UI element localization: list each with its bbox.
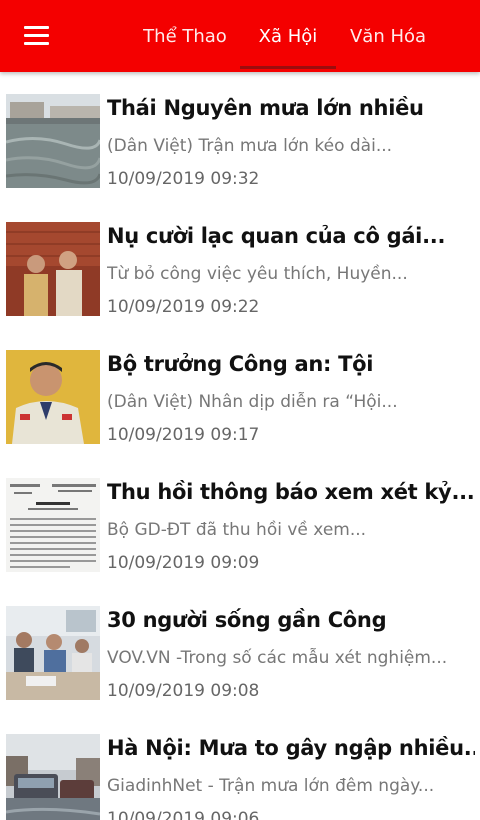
news-item[interactable]: Thái Nguyên mưa lớn nhiều (Dân Việt) Trậ… [0,82,480,210]
news-thumbnail [6,222,100,316]
tab-the-thao[interactable]: Thể Thao [138,0,232,72]
app-bar: Thể Thao Xã Hội Văn Hóa [0,0,480,72]
news-feed[interactable]: Thái Nguyên mưa lớn nhiều (Dân Việt) Trậ… [0,72,480,820]
selected-tab-indicator [240,66,336,69]
news-item[interactable]: Nụ cười lạc quan của cô gái... Từ bỏ côn… [0,210,480,338]
news-title: Thu hồi thông báo xem xét kỷ... [107,480,475,504]
news-title: Bộ trưởng Công an: Tội [107,352,374,376]
news-thumbnail [6,478,100,572]
news-summary: Bộ GD-ĐT đã thu hồi về xem... [107,520,367,540]
tab-xa-hoi[interactable]: Xã Hội [240,0,336,72]
news-timestamp: 10/09/2019 09:06 [107,809,260,820]
tab-van-hoa[interactable]: Văn Hóa [342,0,434,72]
news-item[interactable]: 30 người sống gần Công VOV.VN -Trong số … [0,594,480,722]
news-thumbnail [6,734,100,820]
news-item[interactable]: Bộ trưởng Công an: Tội (Dân Việt) Nhân d… [0,338,480,466]
news-thumbnail [6,94,100,188]
news-thumbnail [6,606,100,700]
hamburger-menu-icon[interactable] [12,14,60,58]
news-title: Thái Nguyên mưa lớn nhiều [107,96,424,120]
news-timestamp: 10/09/2019 09:32 [107,169,260,189]
news-summary: VOV.VN -Trong số các mẫu xét nghiệm... [107,648,448,668]
news-item[interactable]: Thu hồi thông báo xem xét kỷ... Bộ GD-ĐT… [0,466,480,594]
news-summary: (Dân Việt) Trận mưa lớn kéo dài... [107,136,393,156]
news-thumbnail [6,350,100,444]
news-title: Nụ cười lạc quan của cô gái... [107,224,446,248]
news-summary: (Dân Việt) Nhân dịp diễn ra “Hội... [107,392,398,412]
news-timestamp: 10/09/2019 09:17 [107,425,260,445]
news-timestamp: 10/09/2019 09:08 [107,681,260,701]
news-timestamp: 10/09/2019 09:22 [107,297,260,317]
news-title: 30 người sống gần Công [107,608,387,632]
news-summary: Từ bỏ công việc yêu thích, Huyền... [107,264,408,284]
news-item[interactable]: Hà Nội: Mưa to gây ngập nhiều... Giadinh… [0,722,480,820]
news-summary: GiadinhNet - Trận mưa lớn đêm ngày... [107,776,435,796]
news-title: Hà Nội: Mưa to gây ngập nhiều... [107,736,475,760]
news-timestamp: 10/09/2019 09:09 [107,553,260,573]
